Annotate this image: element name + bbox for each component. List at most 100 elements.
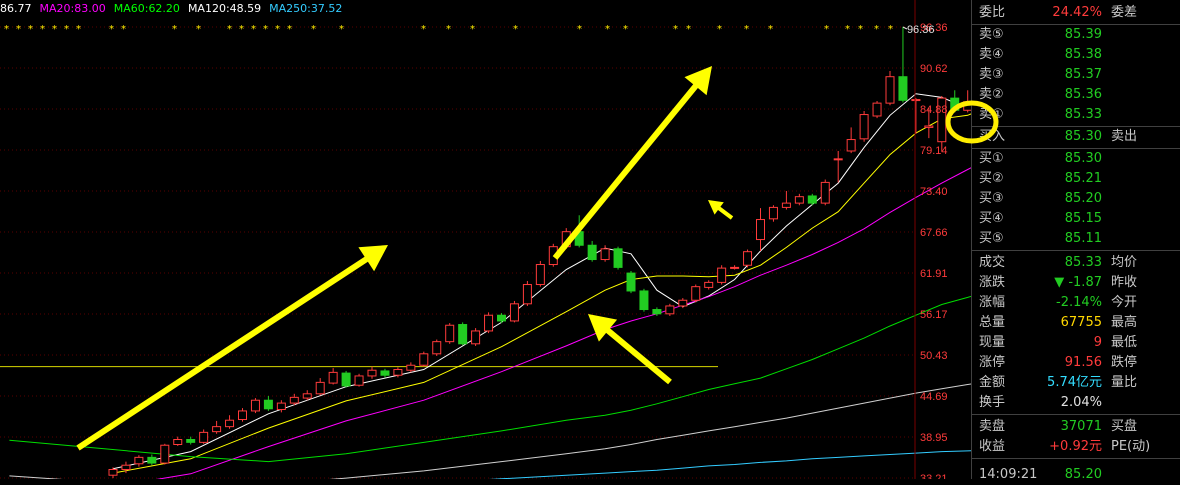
- candle-up: [199, 431, 209, 443]
- stat-row: 现量 9 最低: [972, 333, 1180, 353]
- stat-row-label: 换手: [979, 395, 1006, 410]
- quote-panel: 委比 24.42% 委差 卖⑤ 85.39 卖④ 85.38 卖③ 85.37 卖② 85.36 卖①…: [971, 0, 1180, 482]
- stat-row-value: 91.56: [1064, 355, 1102, 370]
- buy-level-label: 买②: [979, 171, 1004, 186]
- stat-row: 卖盘 37071 买盘: [972, 417, 1180, 437]
- candle-up: [600, 248, 610, 261]
- stat-row: 换手 2.04%: [972, 393, 1180, 413]
- stat-row: 成交 85.33 均价: [972, 253, 1180, 273]
- stat-row-value: 85.33: [1064, 255, 1102, 270]
- stat-row-label2: 最高: [1111, 315, 1138, 330]
- candlestick-chart[interactable]: * * * * * * * * * * * * * * * * * * * * * * * * * * * * * * * * * * * * 96.…: [0, 0, 971, 479]
- candle-up: [108, 469, 118, 476]
- candles: [108, 26, 971, 479]
- sell-level: 卖① 85.33: [972, 105, 1180, 125]
- signal-star-icon: *: [339, 24, 344, 35]
- arrow-icon: [552, 66, 712, 260]
- buy-level-value: 85.11: [1064, 231, 1102, 246]
- candle-up: [160, 444, 170, 464]
- signal-star-icon: *: [845, 24, 850, 35]
- sell-level-value: 85.39: [1064, 27, 1102, 42]
- signal-star-icon: *: [421, 24, 426, 35]
- signal-star-icon: *: [263, 24, 268, 35]
- sell-level: 卖② 85.36: [972, 85, 1180, 105]
- buy-level: 买① 85.30: [972, 149, 1180, 169]
- candle-up: [924, 125, 934, 128]
- signal-star-icon: *: [172, 24, 177, 35]
- divider: [972, 458, 1180, 459]
- arrow-icon: [76, 245, 389, 451]
- buy-level-label: 买⑤: [979, 231, 1004, 246]
- candle-up: [743, 251, 753, 266]
- candle-up: [820, 181, 830, 204]
- buy-level-value: 85.21: [1064, 171, 1102, 186]
- candle-up: [432, 341, 442, 355]
- signal-star-icon: *: [744, 24, 749, 35]
- stat-row-label: 金额: [979, 375, 1006, 390]
- candle-up: [885, 76, 895, 104]
- candle-up: [419, 353, 429, 366]
- ma-legend-item: 86.77: [0, 2, 32, 15]
- candle-down: [626, 272, 636, 292]
- candle-up: [484, 314, 494, 332]
- y-tick-label: 56.17: [920, 309, 948, 321]
- buy-level-label: 买①: [979, 151, 1004, 166]
- stat-row-label2: 均价: [1111, 255, 1138, 270]
- stat-row-value: 9: [1093, 335, 1102, 350]
- ma-legend-item: MA250:37.52: [269, 2, 343, 15]
- buy-level-value: 85.15: [1064, 211, 1102, 226]
- tick-price: 85.20: [1064, 467, 1102, 482]
- candle-up: [121, 464, 131, 471]
- candle-down: [898, 76, 908, 101]
- candle-up: [846, 139, 856, 152]
- sell-level-label: 卖③: [979, 67, 1004, 82]
- stat-row: 涨停 91.56 跌停: [972, 353, 1180, 373]
- candle-down: [613, 248, 623, 268]
- buy-level: 买③ 85.20: [972, 189, 1180, 209]
- candle-up: [445, 324, 455, 343]
- ma-legend-item: MA60:62.20: [113, 2, 180, 15]
- y-tick-label: 38.95: [920, 432, 948, 444]
- stat-row-label2: 昨收: [1111, 275, 1138, 290]
- stat-row-value: 2.04%: [1060, 395, 1102, 410]
- candle-up: [691, 286, 701, 301]
- stat-row-label: 收益: [979, 439, 1006, 454]
- stat-row-label: 涨停: [979, 355, 1006, 370]
- arrow-icon: [708, 200, 734, 220]
- signal-star-icon: *: [275, 24, 280, 35]
- candle-up: [833, 158, 843, 161]
- stat-row-value: 5.74亿元: [1047, 375, 1102, 390]
- candle-up: [225, 419, 235, 428]
- candle-down: [807, 195, 817, 204]
- buy-level-label: 买③: [979, 191, 1004, 206]
- signal-star-icon: *: [239, 24, 244, 35]
- signal-star-icon: *: [311, 24, 316, 35]
- signal-star-icon: *: [623, 24, 628, 35]
- signal-star-icon: *: [717, 24, 722, 35]
- y-tick-label: 73.40: [920, 186, 948, 198]
- signal-star-icon: *: [513, 24, 518, 35]
- candle-up: [756, 219, 765, 241]
- candle-up: [289, 396, 299, 404]
- candle-down: [147, 456, 157, 464]
- signal-star-icon: *: [28, 24, 33, 35]
- webi-row-label2: 委差: [1111, 5, 1138, 20]
- tick-row: 14:09:21 85.20: [972, 465, 1180, 485]
- signal-star-icon: *: [287, 24, 292, 35]
- sell-level-value: 85.37: [1064, 67, 1102, 82]
- buy-sell-row-label2: 卖出: [1111, 129, 1138, 144]
- signal-markers: * * * * * * * * * * * * * * * * * * * * * * * * * * * * * * * * * * * *: [4, 24, 908, 35]
- candle-up: [678, 299, 688, 307]
- high-price-label: 96.36: [907, 24, 935, 36]
- candle-up: [911, 99, 921, 102]
- candle-up: [859, 114, 869, 140]
- stat-row-label2: 量比: [1111, 375, 1138, 390]
- candle-up: [730, 266, 740, 269]
- stat-row-label2: 最低: [1111, 335, 1138, 350]
- signal-star-icon: *: [227, 24, 232, 35]
- candle-up: [406, 364, 416, 371]
- sell-level: 卖③ 85.37: [972, 65, 1180, 85]
- stat-row-label2: 今开: [1111, 295, 1138, 310]
- signal-star-icon: *: [251, 24, 256, 35]
- buy-level-value: 85.20: [1064, 191, 1102, 206]
